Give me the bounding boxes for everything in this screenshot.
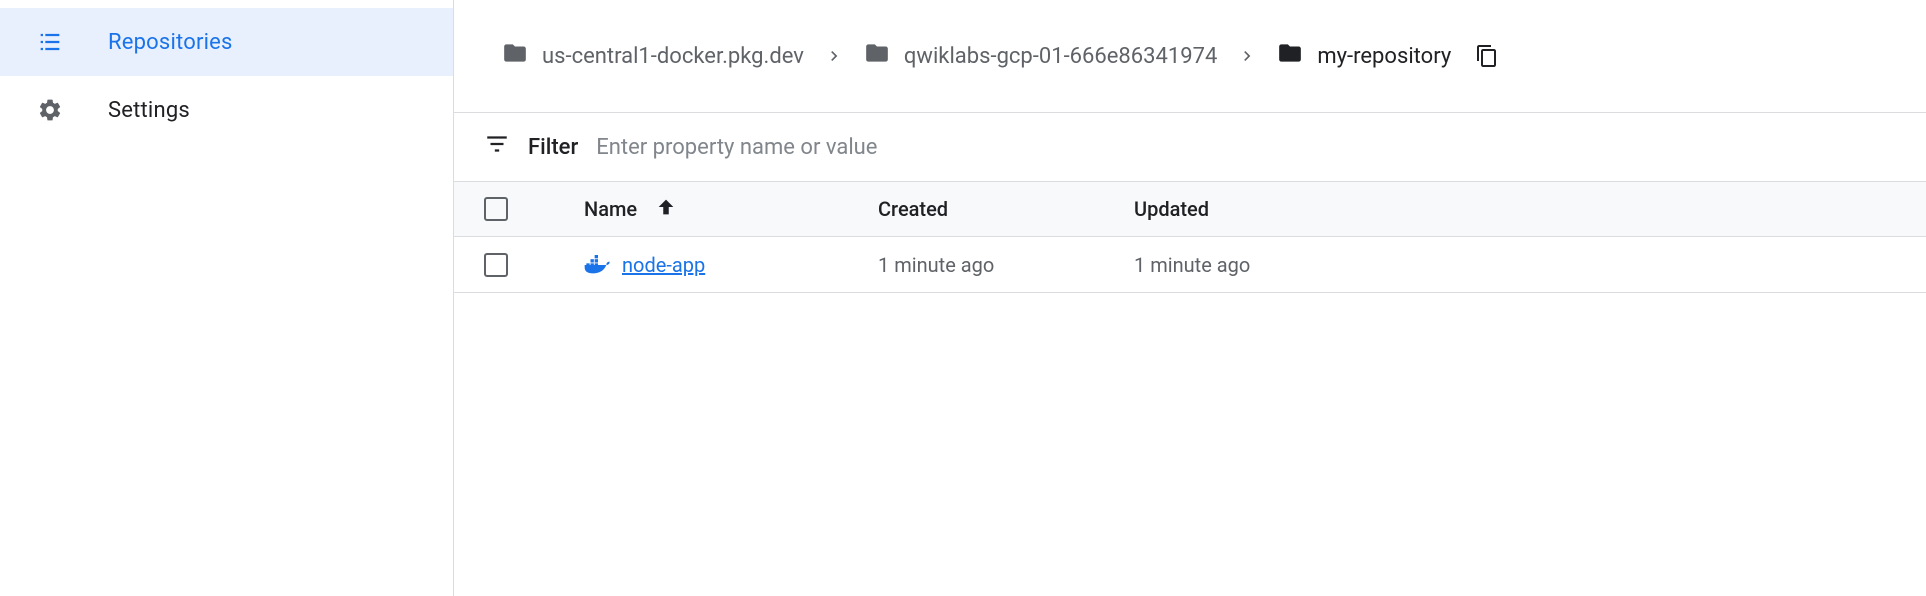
select-all-checkbox[interactable] (484, 197, 508, 221)
folder-icon (502, 40, 528, 72)
filter-input[interactable] (596, 135, 1896, 160)
folder-icon (864, 40, 890, 72)
breadcrumb: us-central1-docker.pkg.dev qwiklabs-gcp-… (454, 0, 1926, 112)
table-row: node-app 1 minute ago 1 minute ago (454, 237, 1926, 293)
sidebar: Repositories Settings (0, 0, 454, 596)
table-header: Name Created Updated (454, 181, 1926, 237)
breadcrumb-label: my-repository (1317, 44, 1451, 69)
gear-icon (36, 96, 64, 124)
breadcrumb-item-registry[interactable]: us-central1-docker.pkg.dev (502, 40, 804, 72)
breadcrumb-label: us-central1-docker.pkg.dev (542, 44, 804, 69)
sidebar-item-settings[interactable]: Settings (0, 76, 453, 144)
cell-updated: 1 minute ago (1134, 253, 1926, 277)
breadcrumb-item-project[interactable]: qwiklabs-gcp-01-666e86341974 (864, 40, 1217, 72)
sidebar-item-repositories[interactable]: Repositories (0, 8, 453, 76)
breadcrumb-label: qwiklabs-gcp-01-666e86341974 (904, 44, 1217, 69)
sort-ascending-icon (655, 196, 677, 223)
filter-bar: Filter (454, 112, 1926, 181)
sidebar-item-label: Repositories (108, 30, 233, 55)
main-content: us-central1-docker.pkg.dev qwiklabs-gcp-… (454, 0, 1926, 596)
image-link[interactable]: node-app (622, 253, 705, 277)
column-header-name[interactable]: Name (584, 196, 878, 223)
row-checkbox[interactable] (484, 253, 508, 277)
docker-icon (584, 255, 612, 275)
chevron-right-icon (824, 46, 844, 66)
list-icon (36, 28, 64, 56)
folder-icon (1277, 40, 1303, 72)
filter-label: Filter (528, 135, 578, 160)
copy-icon[interactable] (1475, 44, 1499, 68)
cell-created: 1 minute ago (878, 253, 1134, 277)
filter-icon (484, 131, 510, 163)
table: Name Created Updated (454, 181, 1926, 293)
column-header-updated[interactable]: Updated (1134, 197, 1926, 221)
breadcrumb-item-repository[interactable]: my-repository (1277, 40, 1451, 72)
column-header-created[interactable]: Created (878, 197, 1134, 221)
sidebar-item-label: Settings (108, 98, 190, 123)
chevron-right-icon (1237, 46, 1257, 66)
